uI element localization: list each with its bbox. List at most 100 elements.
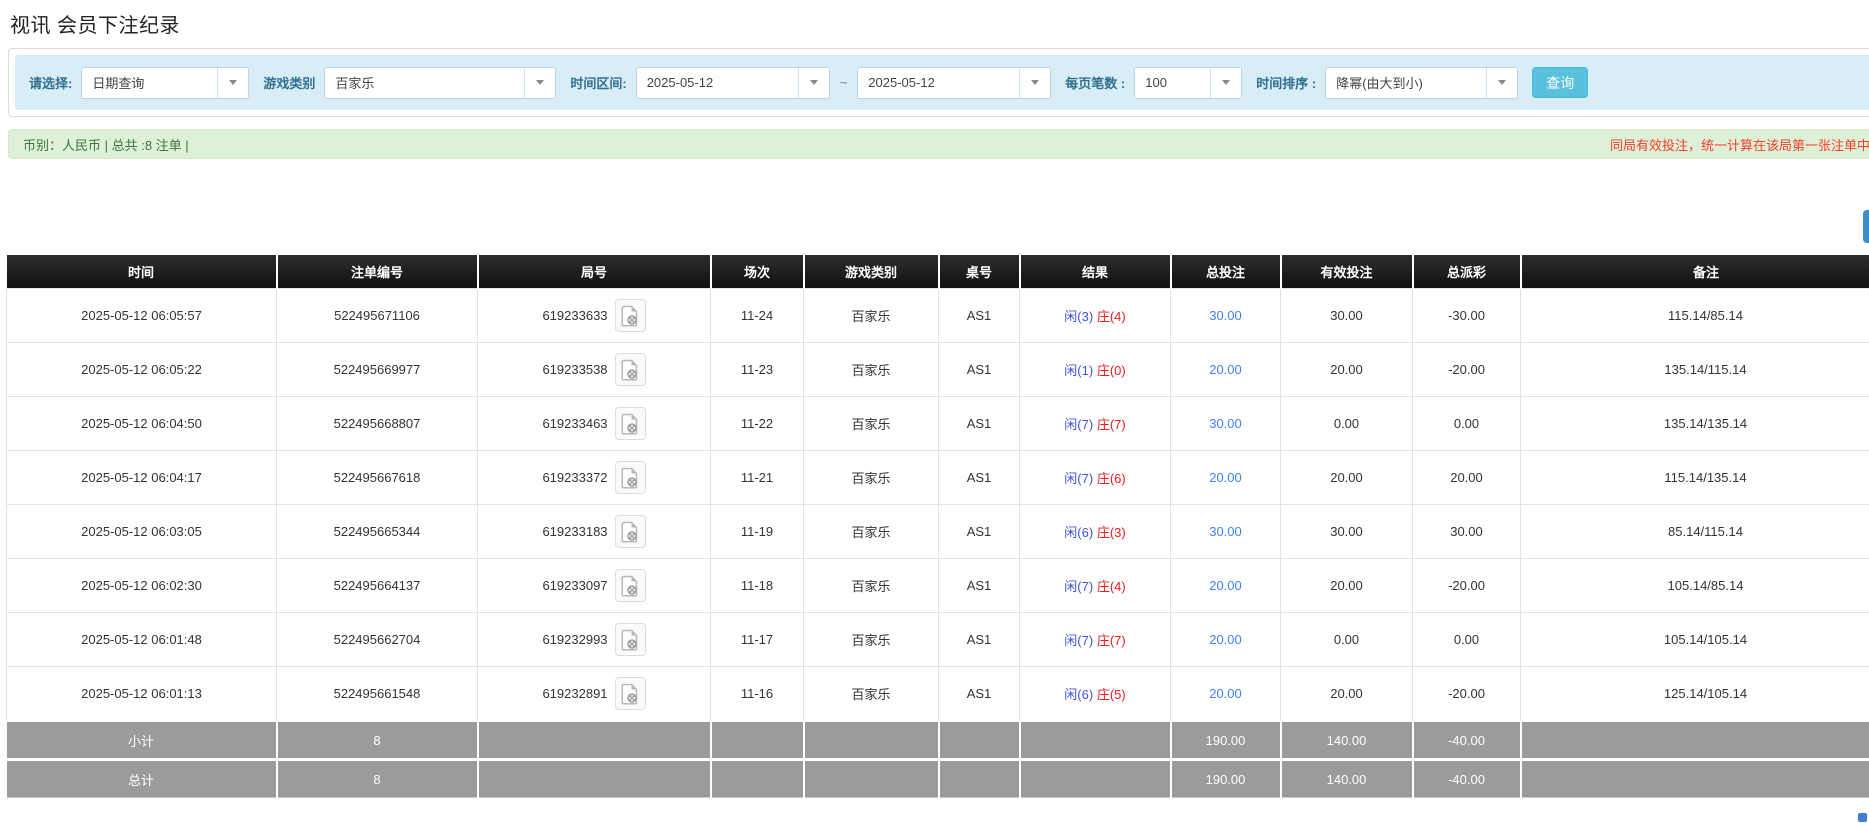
table-row: 2025-05-12 06:02:30 522495664137 6192330… xyxy=(7,559,1869,613)
total-total-bet: 190.00 xyxy=(1171,760,1281,798)
total-bet-link[interactable]: 30.00 xyxy=(1209,524,1242,539)
export-button-cutoff[interactable] xyxy=(1863,210,1869,243)
cell-result: 闲(6) 庄(5) xyxy=(1020,667,1171,722)
cell-payout: 30.00 xyxy=(1413,505,1521,559)
cell-table-no: AS1 xyxy=(939,289,1020,343)
page-size-label: 每页笔数 : xyxy=(1065,73,1125,92)
cell-time: 2025-05-12 06:04:50 xyxy=(7,397,277,451)
bet-records-table: 时间 注单编号 局号 场次 游戏类别 桌号 结果 总投注 有效投注 总派彩 备注… xyxy=(6,255,1869,798)
video-replay-button[interactable] xyxy=(615,677,646,710)
grand-total-row: 总计 8 190.00 140.00 -40.00 xyxy=(7,760,1869,798)
filter-bar: 请选择: 日期查询 游戏类别 百家乐 时间区间: 2025-05-12 ~ 20… xyxy=(15,55,1869,110)
query-type-dropdown[interactable]: 日期查询 xyxy=(81,67,249,99)
game-type-label: 游戏类别 xyxy=(263,73,315,92)
video-replay-button[interactable] xyxy=(615,353,646,386)
total-empty xyxy=(1521,760,1869,798)
video-replay-button[interactable] xyxy=(615,461,646,494)
cell-payout: -20.00 xyxy=(1413,343,1521,397)
round-number: 619233633 xyxy=(542,308,607,323)
round-number: 619232891 xyxy=(542,686,607,701)
cell-remark: 135.14/115.14 xyxy=(1521,343,1869,397)
col-header-round-id: 局号 xyxy=(478,255,711,289)
result-banker: 庄(5) xyxy=(1097,687,1126,702)
cell-session: 11-16 xyxy=(711,667,804,722)
cell-valid-bet: 30.00 xyxy=(1281,289,1413,343)
subtotal-empty xyxy=(1020,721,1171,760)
col-header-payout: 总派彩 xyxy=(1413,255,1521,289)
result-player: 闲(7) xyxy=(1064,417,1093,432)
total-bet-link[interactable]: 20.00 xyxy=(1209,470,1242,485)
cell-total-bet: 20.00 xyxy=(1171,613,1281,667)
cell-time: 2025-05-12 06:02:30 xyxy=(7,559,277,613)
cell-remark: 105.14/105.14 xyxy=(1521,613,1869,667)
cell-game-type: 百家乐 xyxy=(804,559,939,613)
total-empty xyxy=(711,760,804,798)
table-row: 2025-05-12 06:01:13 522495661548 6192328… xyxy=(7,667,1869,722)
page-size-dropdown[interactable]: 100 xyxy=(1134,67,1242,99)
result-banker: 庄(4) xyxy=(1097,579,1126,594)
total-bet-link[interactable]: 20.00 xyxy=(1209,578,1242,593)
date-to-picker[interactable]: 2025-05-12 xyxy=(857,67,1051,99)
game-type-dropdown[interactable]: 百家乐 xyxy=(324,67,556,99)
video-replay-button[interactable] xyxy=(615,623,646,656)
video-replay-button[interactable] xyxy=(615,569,646,602)
cell-valid-bet: 0.00 xyxy=(1281,397,1413,451)
sort-order-dropdown[interactable]: 降幂(由大到小) xyxy=(1325,67,1518,99)
video-replay-button[interactable] xyxy=(615,407,646,440)
subtotal-valid-bet: 140.00 xyxy=(1281,721,1413,760)
cell-remark: 135.14/135.14 xyxy=(1521,397,1869,451)
result-banker: 庄(3) xyxy=(1097,525,1126,540)
video-replay-button[interactable] xyxy=(615,299,646,332)
cell-bet-id: 522495665344 xyxy=(277,505,478,559)
chevron-down-icon[interactable] xyxy=(798,68,829,98)
cell-time: 2025-05-12 06:03:05 xyxy=(7,505,277,559)
date-from-value: 2025-05-12 xyxy=(637,68,798,98)
chevron-down-icon[interactable] xyxy=(524,68,555,98)
cell-result: 闲(6) 庄(3) xyxy=(1020,505,1171,559)
cell-payout: 0.00 xyxy=(1413,613,1521,667)
cell-bet-id: 522495671106 xyxy=(277,289,478,343)
total-bet-link[interactable]: 30.00 xyxy=(1209,308,1242,323)
total-valid-bet: 140.00 xyxy=(1281,760,1413,798)
game-type-value: 百家乐 xyxy=(325,68,524,98)
chevron-down-icon[interactable] xyxy=(1019,68,1050,98)
corner-blue-fragment xyxy=(1858,813,1867,822)
cell-remark: 85.14/115.14 xyxy=(1521,505,1869,559)
result-player: 闲(7) xyxy=(1064,579,1093,594)
total-bet-link[interactable]: 30.00 xyxy=(1209,416,1242,431)
cell-result: 闲(7) 庄(7) xyxy=(1020,397,1171,451)
summary-currency-count: 币别：人民币 | 总共 :8 注单 | xyxy=(23,135,189,154)
cell-bet-id: 522495669977 xyxy=(277,343,478,397)
cell-valid-bet: 20.00 xyxy=(1281,451,1413,505)
chevron-down-icon[interactable] xyxy=(1210,68,1241,98)
date-from-picker[interactable]: 2025-05-12 xyxy=(636,67,830,99)
filter-panel: 请选择: 日期查询 游戏类别 百家乐 时间区间: 2025-05-12 ~ 20… xyxy=(8,48,1869,117)
page-title: 视讯 会员下注纪录 xyxy=(10,9,1869,38)
video-replay-button[interactable] xyxy=(615,515,646,548)
cell-session: 11-23 xyxy=(711,343,804,397)
chevron-down-icon[interactable] xyxy=(217,68,248,98)
total-bet-link[interactable]: 20.00 xyxy=(1209,632,1242,647)
total-bet-link[interactable]: 20.00 xyxy=(1209,686,1242,701)
col-header-time: 时间 xyxy=(7,255,277,289)
cell-payout: 0.00 xyxy=(1413,397,1521,451)
date-range-tilde: ~ xyxy=(840,75,848,90)
summary-notice: 同局有效投注，统一计算在该局第一张注单中 xyxy=(1610,130,1869,158)
cell-remark: 115.14/135.14 xyxy=(1521,451,1869,505)
col-header-valid-bet: 有效投注 xyxy=(1281,255,1413,289)
table-body: 2025-05-12 06:05:57 522495671106 6192336… xyxy=(7,289,1869,722)
round-number: 619232993 xyxy=(542,632,607,647)
cell-total-bet: 20.00 xyxy=(1171,451,1281,505)
result-player: 闲(1) xyxy=(1064,363,1093,378)
cell-round-id: 619233538 xyxy=(478,343,711,397)
cell-session: 11-24 xyxy=(711,289,804,343)
total-empty xyxy=(1020,760,1171,798)
cell-total-bet: 30.00 xyxy=(1171,397,1281,451)
search-button[interactable]: 查询 xyxy=(1532,67,1588,98)
chevron-down-icon[interactable] xyxy=(1486,68,1517,98)
cell-round-id: 619233183 xyxy=(478,505,711,559)
table-footer: 小计 8 190.00 140.00 -40.00 总计 8 xyxy=(7,721,1869,798)
result-player: 闲(7) xyxy=(1064,633,1093,648)
cell-valid-bet: 20.00 xyxy=(1281,343,1413,397)
total-bet-link[interactable]: 20.00 xyxy=(1209,362,1242,377)
